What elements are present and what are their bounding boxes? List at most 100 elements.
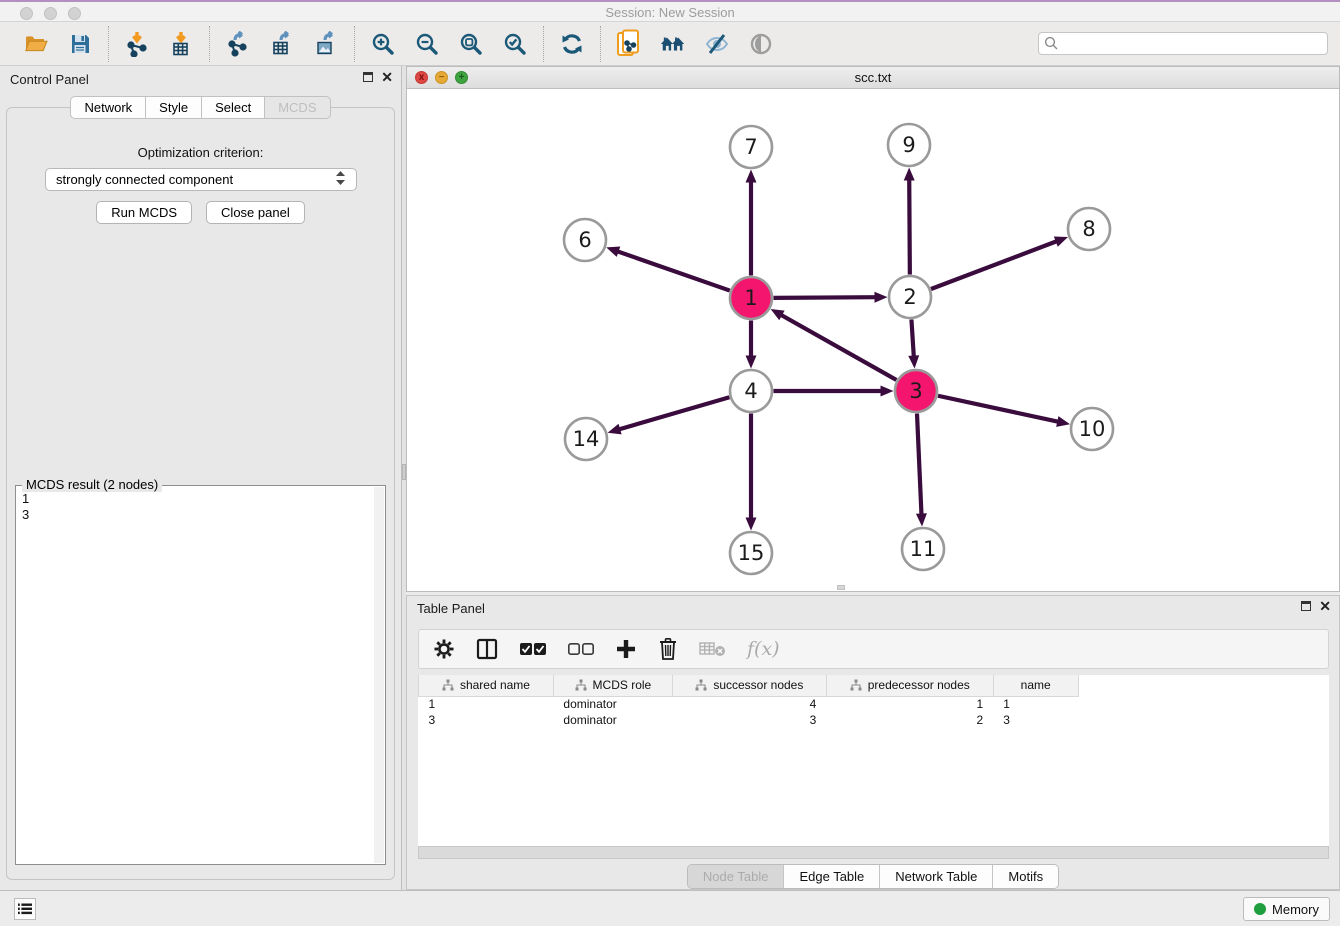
open-session-icon[interactable] [22,30,50,58]
table-cell[interactable]: 3 [993,712,1078,728]
control-tab-style[interactable]: Style [145,96,201,119]
graph-edge-3-11[interactable] [917,413,922,515]
graph-edge-arrowhead [608,424,622,435]
graph-edge-3-1[interactable] [780,314,896,380]
table-cell-filler [1078,712,1329,728]
add-row-icon[interactable] [615,638,637,660]
network-resize-handle[interactable] [837,585,845,590]
graph-node-label: 6 [578,228,591,252]
memory-button[interactable]: Memory [1243,897,1330,921]
import-table-icon[interactable] [167,30,195,58]
network-from-file-icon[interactable] [615,30,643,58]
zoom-out-icon[interactable] [413,30,441,58]
table-row[interactable]: 1dominator411 [419,696,1330,712]
refresh-icon[interactable] [558,30,586,58]
save-session-icon[interactable] [66,30,94,58]
column-header-MCDS-role[interactable]: MCDS role [553,675,672,696]
table-cell[interactable]: 1 [993,696,1078,712]
table-cell[interactable]: 2 [826,712,993,728]
column-header-shared-name[interactable]: shared name [419,675,554,696]
mcds-result-scrollbar[interactable] [374,487,384,863]
window-titlebar: Session: New Session [0,0,1340,22]
search-input[interactable] [1038,32,1328,55]
table-cell[interactable]: dominator [553,696,672,712]
graph-edge-arrowhead [874,292,887,303]
graph-edge-3-10[interactable] [938,396,1059,422]
control-tab-mcds[interactable]: MCDS [264,96,330,119]
control-panel-header: Control Panel ✕ [0,66,401,92]
graph-node-label: 4 [744,379,757,403]
graph-node-label: 14 [573,427,600,451]
select-all-icon[interactable] [519,641,547,657]
graph-edge-2-3[interactable] [911,319,913,357]
mcds-result-lines[interactable]: 13 [16,489,374,525]
column-header-predecessor-nodes[interactable]: predecessor nodes [826,675,993,696]
column-header-name[interactable]: name [993,675,1078,696]
delete-row-icon[interactable] [657,637,679,661]
mcds-result-line: 3 [22,507,368,523]
network-graph-canvas[interactable]: 7968124314101511 [407,89,1339,591]
split-view-icon[interactable] [475,637,499,661]
graph-edge-2-9[interactable] [909,178,910,274]
float-table-panel-icon[interactable] [1301,601,1311,611]
graph-node-label: 15 [738,541,765,565]
control-panel: Control Panel ✕ NetworkStyleSelectMCDS O… [0,66,401,890]
graph-edge-2-8[interactable] [931,241,1058,289]
task-history-button[interactable] [14,898,36,920]
table-cell[interactable]: 4 [672,696,826,712]
graph-edge-1-6[interactable] [617,251,730,291]
close-table-panel-icon[interactable]: ✕ [1319,601,1331,611]
table-cell[interactable]: 3 [419,712,554,728]
graph-node-label: 10 [1079,417,1106,441]
hierarchy-icon [442,679,454,691]
export-table-icon[interactable] [268,30,296,58]
table-row[interactable]: 3dominator323 [419,712,1330,728]
criterion-select[interactable]: strongly connected component [45,168,357,191]
import-network-icon[interactable] [123,30,151,58]
table-cell[interactable]: 1 [826,696,993,712]
graph-edge-arrowhead [1056,416,1070,427]
criterion-label: Optimization criterion: [7,145,394,160]
graph-edge-arrowhead [904,167,915,180]
node-table: shared nameMCDS rolesuccessor nodesprede… [418,675,1329,846]
zoom-selected-icon[interactable] [501,30,529,58]
export-network-icon[interactable] [224,30,252,58]
table-tab-network-table[interactable]: Network Table [879,865,992,888]
graph-edge-1-2[interactable] [773,297,876,298]
close-panel-icon[interactable]: ✕ [381,72,393,82]
column-header-successor-nodes[interactable]: successor nodes [672,675,826,696]
export-image-icon[interactable] [312,30,340,58]
hide-eye-icon[interactable] [703,30,731,58]
memory-status-icon [1254,903,1266,915]
table-tab-node-table[interactable]: Node Table [688,865,784,888]
control-tab-select[interactable]: Select [201,96,264,119]
application-window: Session: New Session [0,0,1340,926]
zoom-in-icon[interactable] [369,30,397,58]
mcds-panel: Optimization criterion: strongly connect… [6,107,395,880]
table-cell[interactable]: dominator [553,712,672,728]
eye-icon[interactable] [747,30,775,58]
status-bar: Memory [0,890,1340,926]
hierarchy-icon [695,679,707,691]
graph-node-label: 3 [909,379,922,403]
network-window-title: scc.txt [407,70,1339,85]
houses-icon[interactable] [659,30,687,58]
run-mcds-button[interactable]: Run MCDS [96,201,192,224]
graph-edge-4-14[interactable] [618,397,729,429]
memory-label: Memory [1272,902,1319,917]
graph-edge-arrowhead [746,518,757,531]
table-tab-motifs[interactable]: Motifs [992,865,1058,888]
table-cell[interactable]: 3 [672,712,826,728]
table-cell-filler [1078,696,1329,712]
settings-gear-icon[interactable] [433,638,455,660]
control-tab-network[interactable]: Network [70,96,145,119]
deselect-all-icon[interactable] [567,641,595,657]
table-tab-edge-table[interactable]: Edge Table [783,865,879,888]
close-panel-button[interactable]: Close panel [206,201,305,224]
table-scrollbar-track[interactable] [418,846,1329,859]
table-panel: Table Panel ✕ [406,595,1340,890]
table-cell[interactable]: 1 [419,696,554,712]
zoom-fit-icon[interactable] [457,30,485,58]
mcds-result-box: MCDS result (2 nodes) 13 [15,485,386,865]
float-panel-icon[interactable] [363,72,373,82]
